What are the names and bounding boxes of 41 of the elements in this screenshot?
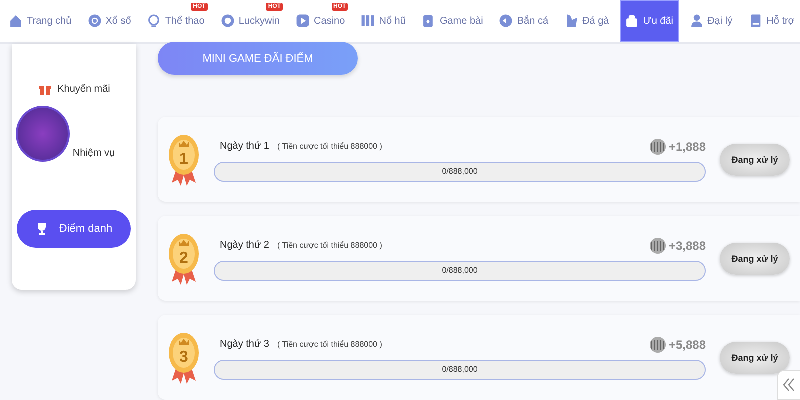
day-title: Ngày thứ 1 [220, 141, 270, 152]
day-title: Ngày thứ 3 [220, 339, 270, 350]
status-button[interactable]: Đang xử lý [720, 342, 790, 374]
min-bet-note: ( Tiền cược tối thiểu 888000 ) [278, 142, 382, 151]
card-icon [422, 14, 436, 28]
progress-text: 0/888,000 [442, 266, 478, 275]
reward-amount: +5,888 [668, 338, 706, 352]
status-button[interactable]: Đang xử lý [720, 242, 790, 274]
nav-tab[interactable]: Xổ số [82, 0, 136, 42]
play-icon [296, 14, 310, 28]
coin-icon [88, 14, 102, 28]
reward-amount: +3,888 [668, 238, 706, 252]
sidebar-link[interactable]: Khuyến mãi [34, 80, 114, 98]
progress-text: 0/888,000 [442, 167, 478, 176]
title-banner[interactable]: MINI GAME ĐÃI ĐIỂM [158, 42, 358, 75]
status-button[interactable]: Đang xử lý [720, 144, 790, 176]
nav-tab[interactable]: Đá gà [560, 0, 614, 42]
nav-tab[interactable]: Bắn cá [494, 0, 554, 42]
home-icon [9, 14, 23, 28]
nav-tab[interactable]: Hỗ trợ [744, 0, 800, 42]
coin-stack-icon [648, 336, 667, 354]
collapse-tab[interactable] [777, 370, 800, 400]
nav-tab[interactable]: Ưu đãi [620, 0, 679, 42]
day-title: Ngày thứ 2 [220, 240, 270, 251]
sidebar-link[interactable]: Nhiệm vụ [68, 144, 120, 162]
coin-stack-icon [648, 138, 667, 156]
min-bet-note: ( Tiền cược tối thiểu 888000 ) [278, 241, 382, 250]
check-in-button[interactable]: Điểm danh [17, 210, 131, 248]
coin-stack-icon [648, 236, 667, 254]
person-icon [690, 14, 704, 28]
min-bet-note: ( Tiền cược tối thiểu 888000 ) [278, 340, 382, 349]
double-chevron-left-icon [783, 377, 795, 393]
nav-tab[interactable]: Trang chủ [4, 0, 77, 42]
nav-tab[interactable]: Nổ hũ [356, 0, 411, 42]
book-icon [748, 14, 763, 28]
nav-tab[interactable]: Game bài [416, 0, 488, 42]
reward-amount: +1,888 [668, 140, 706, 154]
nav-tab[interactable]: Đại lý [684, 0, 738, 42]
chip-icon [220, 14, 235, 28]
slot-icon [361, 14, 376, 28]
progress-text: 0/888,000 [442, 365, 478, 374]
